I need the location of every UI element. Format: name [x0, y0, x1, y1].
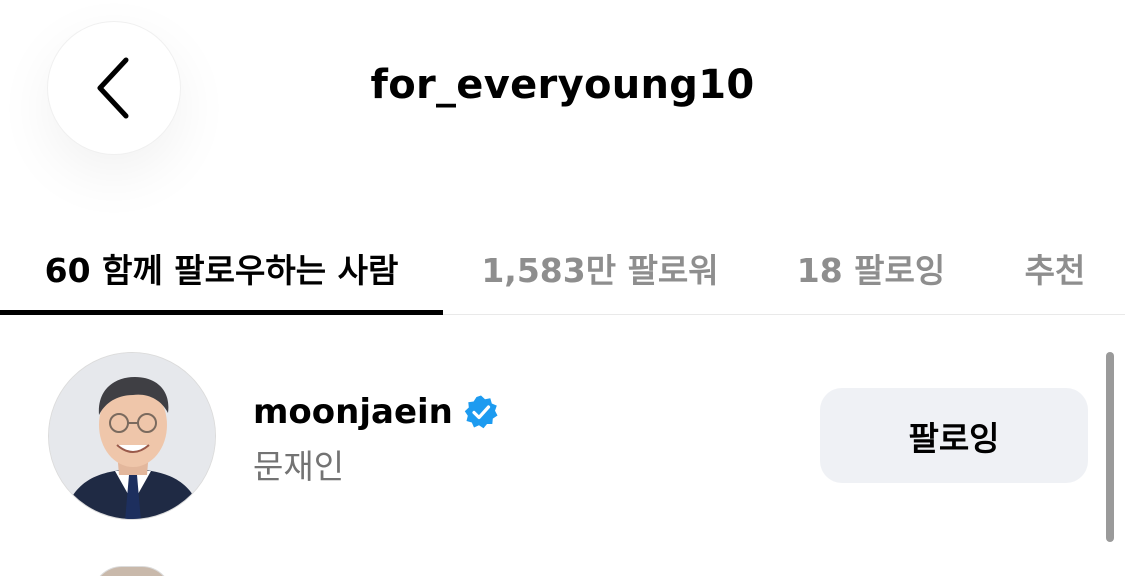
- tab-suggested[interactable]: 추천: [985, 220, 1125, 315]
- username[interactable]: moonjaein: [253, 392, 453, 432]
- scrollbar[interactable]: [1106, 352, 1114, 542]
- tab-followers[interactable]: 1,583만 팔로워: [443, 220, 757, 315]
- list-item[interactable]: moonjaein 문재인 팔로잉: [0, 340, 1125, 540]
- tab-mutual-followers[interactable]: 60 함께 팔로우하는 사람: [0, 220, 443, 315]
- following-button[interactable]: 팔로잉: [820, 388, 1088, 483]
- avatar[interactable]: [92, 566, 172, 576]
- username-row: moonjaein: [253, 392, 499, 432]
- tab-bar: 60 함께 팔로우하는 사람 1,583만 팔로워 18 팔로잉 추천: [0, 220, 1125, 315]
- tab-following[interactable]: 18 팔로잉: [757, 220, 985, 315]
- avatar[interactable]: [48, 352, 216, 520]
- active-tab-indicator: [0, 310, 443, 315]
- page-title: for_everyoung10: [370, 62, 755, 108]
- verified-badge-icon: [464, 395, 498, 429]
- full-name: 문재인: [253, 447, 345, 486]
- following-list-screen: for_everyoung10 60 함께 팔로우하는 사람 1,583만 팔로…: [0, 0, 1125, 576]
